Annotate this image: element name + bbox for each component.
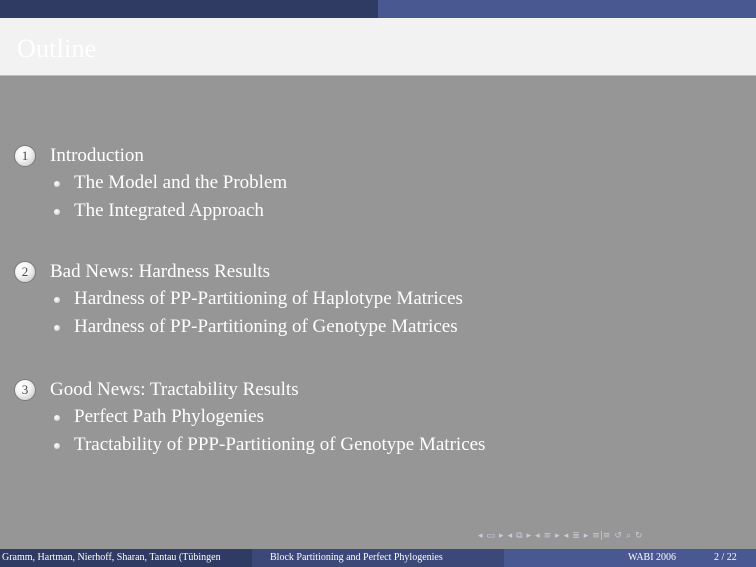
arrow-left-icon[interactable]: ◂ <box>508 531 513 541</box>
document-icon[interactable]: ≣ <box>572 531 580 541</box>
outline-section-3[interactable]: 3 Good News: Tractability Results Perfec… <box>14 377 485 459</box>
arrow-right-icon[interactable]: ▸ <box>555 531 560 541</box>
search-icon[interactable]: ⌕ <box>626 531 631 541</box>
subsection-label: The Model and the Problem <box>74 172 288 193</box>
section-title[interactable]: Bad News: Hardness Results <box>50 261 270 283</box>
section-icon[interactable]: ≡ <box>544 531 552 541</box>
subsection-label: Perfect Path Phylogenies <box>74 406 264 427</box>
footer-talk-title: Block Partitioning and Perfect Phylogeni… <box>252 549 504 567</box>
bullet-icon <box>54 181 60 187</box>
headline-bar-right <box>378 0 756 18</box>
outline-section-1[interactable]: 1 Introduction The Model and the Problem… <box>14 143 287 225</box>
arrow-left-icon[interactable]: ◂ <box>535 531 540 541</box>
footline: Gramm, Hartman, Nierhoff, Sharan, Tantau… <box>0 549 756 567</box>
arrow-right-icon[interactable]: ▸ <box>499 531 504 541</box>
subsection-label: Hardness of PP-Partitioning of Genotype … <box>74 316 458 337</box>
arrow-left-icon[interactable]: ◂ <box>564 531 569 541</box>
section-number-ball: 1 <box>14 145 36 167</box>
subsection-item[interactable]: Tractability of PPP-Partitioning of Geno… <box>14 431 485 459</box>
arrow-left-icon[interactable]: ◂ <box>478 531 483 541</box>
bullet-icon <box>54 297 60 303</box>
footer-event: WABI 2006 <box>628 552 677 563</box>
arrow-right-icon[interactable]: ▸ <box>527 531 532 541</box>
subsection-item[interactable]: The Integrated Approach <box>14 197 287 225</box>
arrow-right-icon[interactable]: ▸ <box>584 531 589 541</box>
footer-page-number: 2 / 22 <box>714 552 737 563</box>
headline-bar <box>0 0 756 18</box>
bullet-icon <box>54 415 60 421</box>
section-title[interactable]: Introduction <box>50 145 144 167</box>
bullet-icon <box>54 209 60 215</box>
subsection-item[interactable]: Perfect Path Phylogenies <box>14 403 485 431</box>
headline-bar-left <box>0 0 378 18</box>
section-title[interactable]: Good News: Tractability Results <box>50 379 299 401</box>
subsection-item[interactable]: Hardness of PP-Partitioning of Haplotype… <box>14 285 463 313</box>
appendix-icon[interactable]: ≡|≡ <box>592 531 610 541</box>
section-number-ball: 3 <box>14 379 36 401</box>
footer-authors: Gramm, Hartman, Nierhoff, Sharan, Tantau… <box>0 549 252 567</box>
frame-title-band: Outline <box>0 18 756 76</box>
section-number-ball: 2 <box>14 261 36 283</box>
subsection-label: Hardness of PP-Partitioning of Haplotype… <box>74 288 463 309</box>
footer-right: WABI 2006 2 / 22 <box>504 549 756 567</box>
bullet-icon <box>54 443 60 449</box>
frame-title: Outline <box>17 34 97 63</box>
bullet-icon <box>54 325 60 331</box>
redo-icon[interactable]: ↻ <box>635 531 643 541</box>
subsection-label: The Integrated Approach <box>74 200 264 221</box>
outline-section-2[interactable]: 2 Bad News: Hardness Results Hardness of… <box>14 259 463 341</box>
subsection-item[interactable]: Hardness of PP-Partitioning of Genotype … <box>14 313 463 341</box>
subsection-label: Tractability of PPP-Partitioning of Geno… <box>74 434 486 455</box>
subsection-icon[interactable]: ⧉ <box>516 531 522 541</box>
subsection-item[interactable]: The Model and the Problem <box>14 169 287 197</box>
undo-icon[interactable]: ↺ <box>614 531 622 541</box>
beamer-navigation-symbols: ◂ ▭ ▸ ◂ ⧉ ▸ ◂ ≡ ▸ ◂ ≣ ▸ ≡|≡ ↺ ⌕ ↻ <box>478 528 643 544</box>
frame-icon[interactable]: ▭ <box>487 531 496 541</box>
